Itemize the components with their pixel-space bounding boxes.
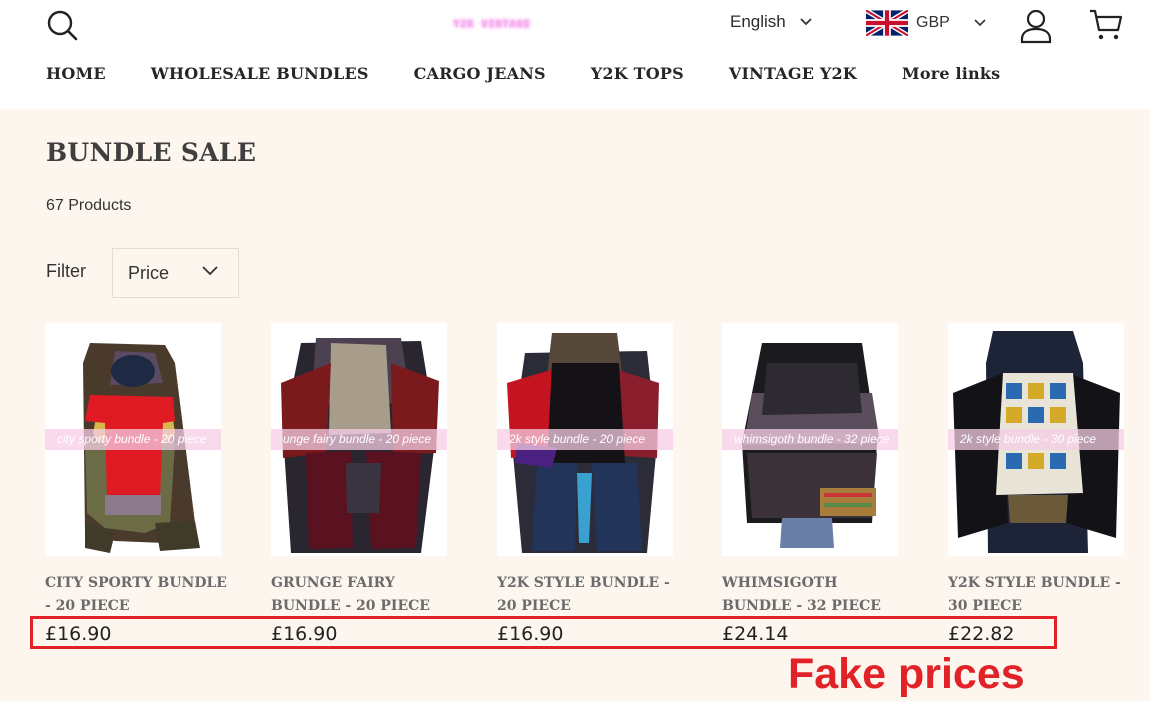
- price-filter-label: Price: [128, 262, 170, 283]
- nav-item-cargo-jeans[interactable]: CARGO JEANS: [414, 64, 546, 83]
- annotation-label: Fake prices: [788, 650, 1025, 698]
- store-logo[interactable]: Y2K VINTAGE: [430, 14, 554, 36]
- nav-item-y2k-tops[interactable]: Y2K TOPS: [591, 64, 684, 83]
- product-image-label: whimsigoth bundle - 32 piece: [722, 429, 898, 450]
- cart-icon[interactable]: [1088, 8, 1124, 42]
- product-image[interactable]: 2k style bundle - 30 piece: [948, 323, 1124, 556]
- site-header: Y2K VINTAGE English GBP HOME WHOLESALE B…: [0, 0, 1150, 109]
- product-title[interactable]: CITY SPORTY BUNDLE - 20 PIECE: [45, 572, 230, 618]
- page-title: BUNDLE SALE: [46, 138, 257, 167]
- product-image-label: 2k style bundle - 20 piece: [497, 429, 673, 450]
- product-image[interactable]: whimsigoth bundle - 32 piece: [722, 323, 898, 556]
- product-card[interactable]: 2k style bundle - 20 piece Y2K STYLE BUN…: [497, 323, 673, 645]
- product-image-label: unge fairy bundle - 20 piece: [271, 429, 447, 450]
- product-image-label: 2k style bundle - 30 piece: [948, 429, 1124, 450]
- price-highlight-box: [30, 616, 1057, 649]
- currency-label: GBP: [916, 14, 950, 31]
- nav-item-wholesale-bundles[interactable]: WHOLESALE BUNDLES: [151, 64, 369, 83]
- filter-label: Filter: [46, 261, 86, 281]
- product-count: 67 Products: [46, 197, 132, 214]
- uk-flag-icon: [866, 10, 908, 36]
- chevron-down-icon: [974, 19, 986, 27]
- product-title[interactable]: WHIMSIGOTH BUNDLE - 32 PIECE: [722, 572, 907, 618]
- product-card[interactable]: unge fairy bundle - 20 piece GRUNGE FAIR…: [271, 323, 447, 645]
- product-title[interactable]: Y2K STYLE BUNDLE - 20 PIECE: [497, 572, 682, 618]
- language-label: English: [730, 12, 786, 31]
- language-selector[interactable]: English: [730, 12, 812, 32]
- price-filter-dropdown[interactable]: Price: [112, 248, 239, 298]
- product-title[interactable]: GRUNGE FAIRY BUNDLE - 20 PIECE: [271, 572, 456, 618]
- search-icon[interactable]: [44, 8, 80, 44]
- chevron-down-icon: [800, 18, 812, 26]
- nav-item-vintage-y2k[interactable]: VINTAGE Y2K: [729, 64, 857, 83]
- product-title[interactable]: Y2K STYLE BUNDLE - 30 PIECE: [948, 572, 1133, 618]
- nav-item-more-links[interactable]: More links: [902, 64, 1000, 83]
- main-navigation: HOME WHOLESALE BUNDLES CARGO JEANS Y2K T…: [46, 64, 1000, 83]
- currency-selector[interactable]: GBP: [866, 10, 986, 36]
- product-image[interactable]: 2k style bundle - 20 piece: [497, 323, 673, 556]
- product-card[interactable]: city sporty bundle - 20 piece CITY SPORT…: [45, 323, 227, 645]
- chevron-down-icon: [202, 266, 218, 276]
- product-image[interactable]: unge fairy bundle - 20 piece: [271, 323, 447, 556]
- product-card[interactable]: 2k style bundle - 30 piece Y2K STYLE BUN…: [948, 323, 1124, 645]
- nav-item-home[interactable]: HOME: [46, 64, 106, 83]
- product-card[interactable]: whimsigoth bundle - 32 piece WHIMSIGOTH …: [722, 323, 898, 645]
- product-image[interactable]: city sporty bundle - 20 piece: [45, 323, 221, 556]
- product-image-label: city sporty bundle - 20 piece: [45, 429, 221, 450]
- account-icon[interactable]: [1018, 8, 1054, 44]
